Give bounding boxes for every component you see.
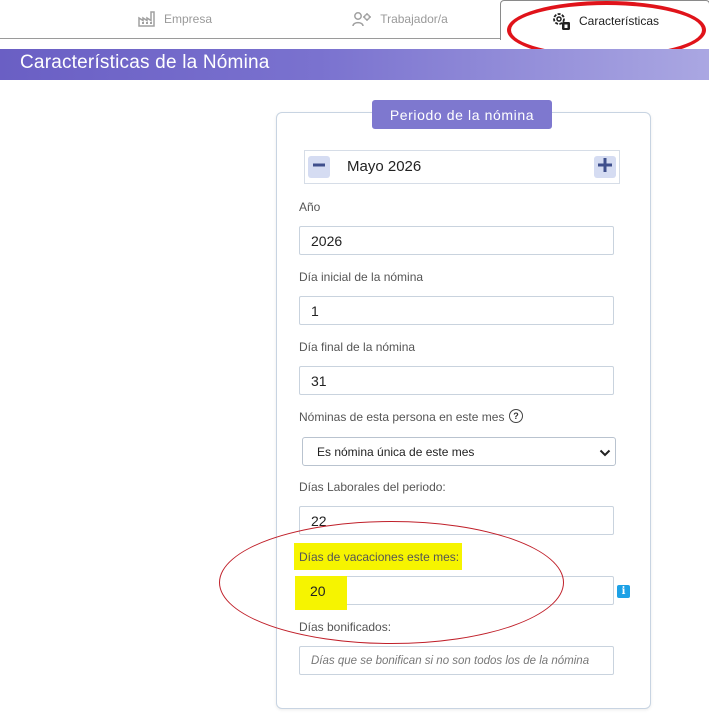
help-circle-icon[interactable]: ?	[509, 409, 523, 423]
worker-icon	[352, 11, 372, 27]
dia-final-input[interactable]: 31	[299, 366, 614, 395]
tab-caracteristicas[interactable]: Características	[500, 0, 709, 40]
nominas-mes-label: Nóminas de esta persona en este mes	[299, 410, 505, 424]
current-month-label: Mayo 2026	[347, 158, 422, 175]
dias-bonificados-input[interactable]: Días que se bonifican si no son todos lo…	[299, 646, 614, 675]
dias-vacaciones-value: 20	[310, 583, 326, 599]
section-header: Características de la Nómina	[0, 49, 709, 80]
period-legend: Periodo de la nómina	[372, 100, 552, 129]
page-title: Características de la Nómina	[20, 52, 270, 73]
tab-caracteristicas-label: Características	[578, 13, 660, 28]
dia-inicial-input[interactable]: 1	[299, 296, 614, 325]
gear-badge-icon	[551, 11, 571, 31]
dias-bonificados-label: Días bonificados:	[299, 620, 392, 634]
dia-inicial-label: Día inicial de la nómina	[299, 270, 424, 284]
dias-vacaciones-label: Días de vacaciones este mes:	[299, 550, 460, 564]
tab-empresa[interactable]: Empresa	[100, 0, 250, 39]
tab-empresa-label: Empresa	[163, 12, 213, 26]
next-month-button[interactable]	[594, 156, 616, 178]
nominas-mes-select[interactable]: Es nómina única de este mes	[302, 437, 616, 466]
plus-icon	[597, 157, 613, 178]
dias-laborales-label: Días Laborales del periodo:	[299, 480, 446, 494]
anio-input[interactable]: 2026	[299, 226, 614, 255]
previous-month-button[interactable]	[308, 156, 330, 178]
month-navigator: Mayo 2026	[304, 150, 620, 184]
anio-label: Año	[299, 200, 321, 214]
chevron-down-icon	[599, 447, 611, 461]
nominas-mes-selected: Es nómina única de este mes	[317, 445, 475, 459]
minus-icon	[312, 158, 326, 177]
info-icon[interactable]: i	[617, 585, 630, 598]
dia-final-label: Día final de la nómina	[299, 340, 416, 354]
factory-icon	[138, 11, 156, 27]
dias-laborales-input[interactable]: 22	[299, 506, 614, 535]
tab-trabajador[interactable]: Trabajador/a	[330, 0, 470, 39]
tab-bar: Empresa Trabajador/a Características	[0, 0, 709, 40]
tab-trabajador-label: Trabajador/a	[380, 12, 448, 26]
